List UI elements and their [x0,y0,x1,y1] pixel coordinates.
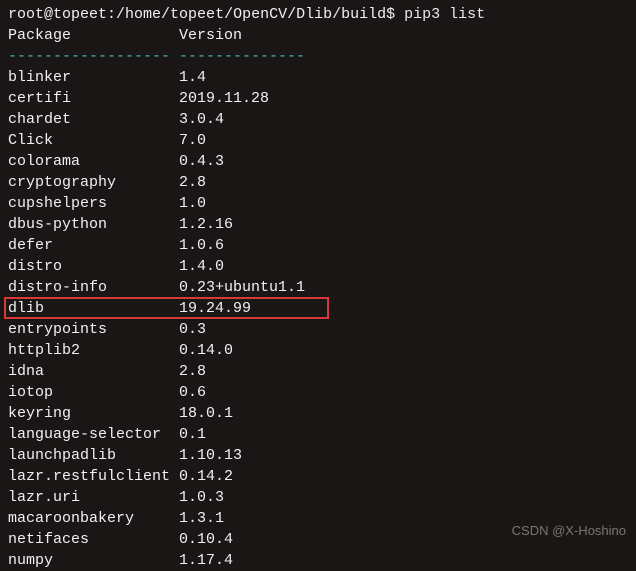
separator-right: -------------- [179,48,305,65]
package-name: netifaces [8,529,179,550]
package-name: macaroonbakery [8,508,179,529]
package-version: 0.10.4 [179,529,233,550]
package-version: 1.2.16 [179,214,233,235]
package-name: keyring [8,403,179,424]
package-name: dbus-python [8,214,179,235]
separator-left: ------------------ [8,48,179,65]
table-row: blinker 1.4 [8,67,628,88]
table-row: defer 1.0.6 [8,235,628,256]
table-row: keyring 18.0.1 [8,403,628,424]
package-version: 0.4.3 [179,151,224,172]
table-separator-row: ------------------ -------------- [8,46,628,67]
table-row: dbus-python 1.2.16 [8,214,628,235]
package-version: 0.23+ubuntu1.1 [179,277,305,298]
package-version: 0.6 [179,382,206,403]
package-version: 1.3.1 [179,508,224,529]
package-name: numpy [8,550,179,571]
table-row: lazr.uri 1.0.3 [8,487,628,508]
table-row: idna 2.8 [8,361,628,382]
package-name: distro-info [8,277,179,298]
table-row: numpy 1.17.4 [8,550,628,571]
package-name: chardet [8,109,179,130]
watermark: CSDN @X-Hoshino [512,522,626,540]
command-text: pip3 list [404,6,485,23]
package-name: cryptography [8,172,179,193]
package-version: 1.0.3 [179,487,224,508]
table-row: entrypoints 0.3 [8,319,628,340]
package-version: 19.24.99 [179,298,251,319]
package-name: dlib [8,298,179,319]
package-version: 1.17.4 [179,550,233,571]
table-row: Click 7.0 [8,130,628,151]
package-name: cupshelpers [8,193,179,214]
table-row: distro-info 0.23+ubuntu1.1 [8,277,628,298]
table-row: cryptography 2.8 [8,172,628,193]
package-version: 0.14.2 [179,466,233,487]
packages-list: blinker 1.4certifi 2019.11.28chardet 3.0… [8,67,628,571]
package-name: Click [8,130,179,151]
package-version: 0.3 [179,319,206,340]
prompt-user-host: root@topeet [8,6,107,23]
package-version: 3.0.4 [179,109,224,130]
table-row: language-selector 0.1 [8,424,628,445]
prompt-colon: : [107,6,116,23]
package-name: defer [8,235,179,256]
package-version: 1.0.6 [179,235,224,256]
package-name: launchpadlib [8,445,179,466]
package-name: distro [8,256,179,277]
header-package: Package [8,27,179,44]
table-row: chardet 3.0.4 [8,109,628,130]
table-row: distro 1.4.0 [8,256,628,277]
table-header-row: Package Version [8,25,628,46]
package-version: 2019.11.28 [179,88,269,109]
table-row: launchpadlib 1.10.13 [8,445,628,466]
table-row: colorama 0.4.3 [8,151,628,172]
package-version: 2.8 [179,172,206,193]
table-row: certifi 2019.11.28 [8,88,628,109]
table-row: dlib 19.24.99 [8,298,628,319]
package-name: iotop [8,382,179,403]
package-name: lazr.uri [8,487,179,508]
package-name: certifi [8,88,179,109]
table-row: iotop 0.6 [8,382,628,403]
package-version: 1.10.13 [179,445,242,466]
package-name: blinker [8,67,179,88]
table-row: lazr.restfulclient 0.14.2 [8,466,628,487]
package-name: idna [8,361,179,382]
package-version: 7.0 [179,130,206,151]
table-row: httplib2 0.14.0 [8,340,628,361]
prompt-dollar: $ [386,6,395,23]
package-name: httplib2 [8,340,179,361]
package-version: 1.4.0 [179,256,224,277]
package-name: entrypoints [8,319,179,340]
package-version: 18.0.1 [179,403,233,424]
command-prompt-line: root@topeet:/home/topeet/OpenCV/Dlib/bui… [8,4,628,25]
table-row: cupshelpers 1.0 [8,193,628,214]
package-name: language-selector [8,424,179,445]
package-version: 0.14.0 [179,340,233,361]
header-version: Version [179,27,242,44]
package-name: colorama [8,151,179,172]
package-version: 1.0 [179,193,206,214]
package-version: 1.4 [179,67,206,88]
package-version: 2.8 [179,361,206,382]
package-version: 0.1 [179,424,206,445]
prompt-path: /home/topeet/OpenCV/Dlib/build [116,6,386,23]
package-name: lazr.restfulclient [8,466,179,487]
